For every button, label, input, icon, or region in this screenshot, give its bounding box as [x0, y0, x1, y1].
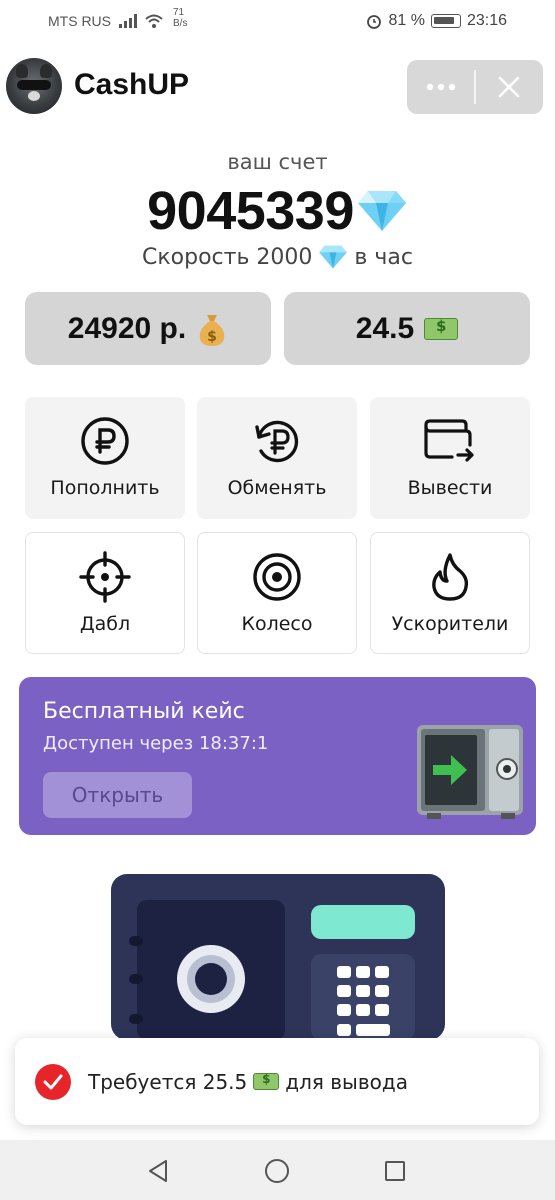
menu-capsule [407, 60, 543, 114]
alarm-icon [367, 15, 382, 29]
svg-text:$: $ [207, 329, 217, 345]
home-circle-icon [265, 1159, 289, 1183]
exchange-label: Обменять [227, 477, 327, 499]
nav-back-button[interactable] [144, 1156, 174, 1186]
topup-tile[interactable]: Пополнить [25, 397, 185, 519]
net-speed: 71 B/s [173, 7, 187, 29]
target-wheel-icon [253, 553, 301, 601]
check-circle-icon [35, 1063, 71, 1100]
avatar [6, 58, 62, 114]
exchange-tile[interactable]: Обменять [197, 397, 357, 519]
rub-balance-card: 24920 р. $ [25, 292, 271, 365]
net-speed-unit: B/s [173, 18, 188, 29]
boosters-label: Ускорители [391, 613, 509, 635]
wallet-withdraw-icon [424, 419, 474, 462]
money-bag-icon: $ [199, 314, 225, 346]
toast-text-before: Требуется 25.5 [88, 1069, 248, 1094]
signal-icon [119, 14, 137, 28]
free-case-banner: Бесплатный кейс Доступен через 18:37:1 О… [19, 677, 536, 835]
ruble-exchange-icon [255, 420, 299, 463]
speed-row: Скорость 2000 в час [0, 244, 555, 270]
diamond-icon [357, 191, 406, 231]
nav-home-button[interactable] [262, 1156, 292, 1186]
speed-suffix: в час [354, 244, 413, 270]
free-case-timer: Доступен через 18:37:1 [43, 733, 269, 754]
flame-icon [432, 553, 469, 601]
net-speed-value: 71 [173, 7, 185, 18]
usd-balance-value: 24.5 [355, 311, 415, 345]
crosshair-icon [79, 551, 131, 603]
wifi-icon [145, 14, 163, 28]
app-header: CashUP [0, 56, 555, 118]
more-button[interactable] [407, 60, 474, 114]
battery-icon [430, 14, 461, 28]
usd-balance-card: 24.5 [284, 292, 530, 365]
back-triangle-icon [149, 1160, 167, 1182]
withdraw-tile[interactable]: Вывести [370, 397, 530, 519]
wheel-tile[interactable]: Колесо [197, 532, 357, 654]
carrier-label: MTS RUS [48, 13, 111, 29]
boosters-tile[interactable]: Ускорители [370, 532, 530, 654]
recents-square-icon [385, 1161, 405, 1181]
app-title: CashUP [74, 68, 190, 101]
balance-value: 9045339 [147, 181, 354, 241]
free-case-title: Бесплатный кейс [43, 699, 245, 724]
wheel-label: Колесо [241, 613, 313, 635]
battery-percent: 81 % [388, 12, 425, 29]
speed-prefix: Скорость 2000 [142, 244, 313, 270]
status-bar: MTS RUS 71 B/s 81 % 23:16 [0, 0, 555, 44]
double-tile[interactable]: Дабл [25, 532, 185, 654]
topup-label: Пополнить [50, 477, 160, 499]
toast-notification: Требуется 25.5 для вывода [15, 1038, 539, 1125]
open-case-button[interactable]: Открыть [43, 772, 192, 818]
toast-text-after: для вывода [285, 1069, 408, 1094]
close-button[interactable] [475, 60, 543, 114]
toast-message: Требуется 25.5 для вывода [88, 1070, 408, 1094]
balance-row: 9045339 [0, 180, 555, 242]
nav-recents-button[interactable] [380, 1156, 410, 1186]
system-nav-bar [0, 1140, 555, 1200]
clock: 23:16 [466, 12, 507, 29]
dollar-bill-icon [424, 317, 459, 340]
diamond-small-icon [319, 245, 348, 269]
ruble-circle-icon [81, 417, 129, 465]
vault-illustration [111, 874, 445, 1040]
dollar-bill-small-icon [253, 1072, 280, 1090]
double-label: Дабл [79, 613, 131, 635]
account-label: ваш счет [227, 150, 328, 174]
withdraw-label: Вывести [407, 477, 493, 499]
rub-balance-value: 24920 р. [67, 311, 187, 345]
close-icon [498, 76, 520, 98]
safe-icon [417, 725, 523, 819]
more-dots-icon [426, 83, 455, 91]
